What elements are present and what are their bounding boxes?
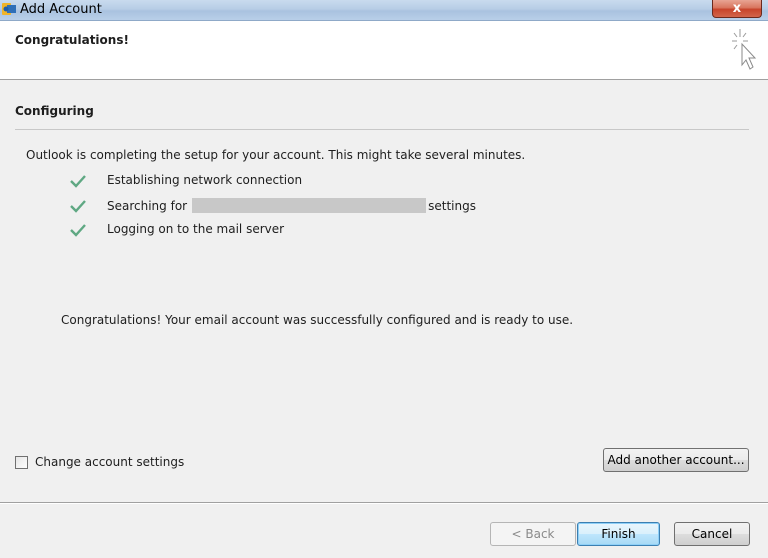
back-button[interactable]: < Back [490,522,576,546]
close-button[interactable]: x [712,0,762,18]
cancel-button[interactable]: Cancel [674,522,750,546]
step-label: Logging on to the mail server [107,222,285,236]
step-label-before: Searching for [107,199,188,213]
footer-divider-highlight [0,503,768,504]
header-panel: Congratulations! [0,21,768,80]
step-label: Establishing network connection [107,173,303,187]
checkmark-icon [70,200,86,213]
redacted-server-name [192,198,427,213]
checkmark-icon [70,175,86,188]
checkmark-icon [70,224,86,237]
finish-button[interactable]: Finish [577,522,660,546]
success-message: Congratulations! Your email account was … [61,313,574,327]
change-settings-checkbox[interactable] [15,456,28,469]
outlook-icon [2,3,16,15]
cursor-sparkle-icon [732,29,757,70]
intro-text: Outlook is completing the setup for your… [26,148,526,162]
step-label-after: settings [428,199,476,213]
close-icon: x [732,1,742,16]
window-title: Add Account [20,2,102,17]
title-bar[interactable]: Add Account x [0,0,768,21]
section-divider [15,129,749,130]
add-account-dialog: Add Account x Congratulations! Configuri… [0,0,768,558]
change-settings-label[interactable]: Change account settings [35,455,184,469]
header-title: Congratulations! [15,33,129,47]
step-label: Searching for settings [107,198,476,213]
section-heading: Configuring [15,104,94,118]
add-another-account-button[interactable]: Add another account... [603,448,749,472]
